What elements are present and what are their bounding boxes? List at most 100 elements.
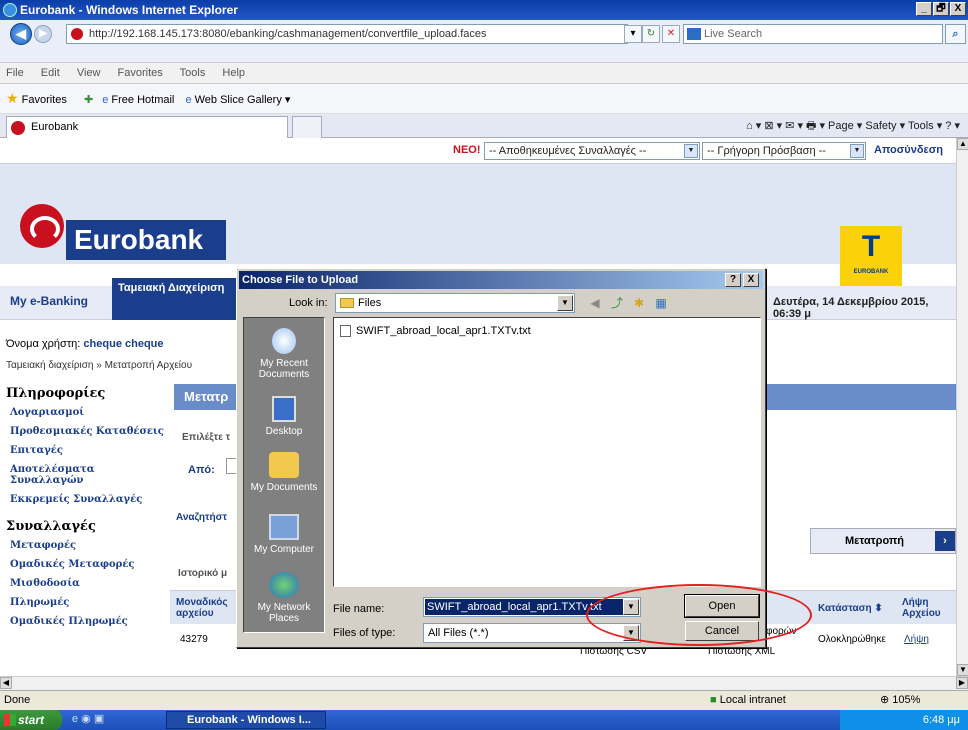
quick-launch-icon[interactable]: e ◉ ▣ [72, 712, 104, 725]
my-ebanking-tab[interactable]: My e-Banking [10, 294, 88, 308]
new-tab-button[interactable] [292, 116, 322, 138]
th-status[interactable]: Κατάσταση ⬍ [818, 603, 883, 614]
dialog-close-button[interactable]: X [743, 273, 759, 287]
tab-label: Eurobank [31, 121, 79, 133]
new-folder-icon[interactable]: ✱ [631, 295, 647, 311]
chevron-right-icon: › [935, 531, 955, 551]
horizontal-scrollbar[interactable]: ◀ ▶ [0, 676, 968, 690]
add-favorite-icon[interactable]: ✚ [84, 94, 93, 106]
look-in-value: Files [358, 297, 382, 309]
taskbar: start e ◉ ▣ Eurobank - Windows I... 6:48… [0, 710, 968, 730]
username-label: Όνομα χρήστη: [6, 338, 81, 350]
menu-file[interactable]: File [6, 67, 24, 79]
sidebar-heading-info: Πληροφορίες [6, 386, 106, 401]
place-network-label: My Network Places [257, 602, 311, 624]
quick-access-select[interactable]: -- Γρήγορη Πρόσβαση -- ▼ [702, 142, 866, 160]
zoom-icon: ⊕ [880, 694, 890, 706]
command-bar[interactable]: ⌂ ▾ ⊠ ▾ ✉ ▾ 🖶 ▾ Page ▾ Safety ▾ Tools ▾ … [746, 116, 960, 136]
places-bar: My Recent Documents Desktop My Documents… [243, 317, 325, 633]
file-list: SWIFT_abroad_local_apr1.TXTv.txt [333, 317, 761, 587]
sidebar-heading-transactions: Συναλλαγές [6, 519, 96, 534]
place-computer[interactable]: My Computer [244, 514, 324, 555]
sidebar-item-payroll[interactable]: Μισθοδοσία [10, 578, 170, 589]
sidebar-item-accounts[interactable]: Λογαριασμοί [10, 407, 170, 418]
close-button[interactable]: X [950, 2, 966, 16]
place-recent[interactable]: My Recent Documents [244, 328, 324, 380]
zoom-control[interactable]: ⊕ 105% [880, 691, 920, 709]
ie-page-icon: e [185, 94, 192, 106]
back-icon[interactable]: ◀ [587, 295, 603, 311]
top-strip: ΝΕΟ! -- Αποθηκευμένες Συναλλαγές -- ▼ --… [0, 138, 956, 164]
zoom-value: 105% [892, 694, 921, 706]
forward-button[interactable]: ▶ [34, 25, 52, 43]
favorites-button[interactable]: Favorites [22, 94, 67, 106]
menu-favorites[interactable]: Favorites [118, 67, 163, 79]
ie-page-icon: e [102, 94, 109, 106]
live-search-input[interactable]: Live Search [683, 24, 943, 44]
scroll-left-icon[interactable]: ◀ [0, 677, 12, 689]
look-in-select[interactable]: Files ▼ [335, 293, 575, 313]
back-button[interactable]: ◀ [10, 23, 32, 45]
taskbar-item-label: Eurobank - Windows I... [187, 714, 311, 726]
menu-bar: File Edit View Favorites Tools Help [0, 62, 968, 84]
convert-label: Μετατροπή [845, 535, 905, 547]
sidebar-item-bulk-transfers[interactable]: Ομαδικές Μεταφορές [10, 559, 170, 570]
place-documents[interactable]: My Documents [244, 452, 324, 493]
free-hotmail-link[interactable]: Free Hotmail [111, 94, 174, 106]
menu-tools[interactable]: Tools [180, 67, 206, 79]
ie-logo-icon [3, 3, 17, 17]
dialog-title: Choose File to Upload [242, 274, 359, 286]
refresh-icon[interactable]: ↻ [642, 25, 660, 43]
convert-button[interactable]: Μετατροπή › [810, 528, 956, 554]
view-menu-icon[interactable]: ▦ [653, 295, 669, 311]
status-bar: Done ■ Local intranet ⊕ 105% [0, 690, 968, 710]
search-icon[interactable]: ⌕ [945, 24, 966, 44]
row-download-link[interactable]: Λήψη [904, 634, 929, 645]
address-bar[interactable]: http://192.168.145.173:8080/ebanking/cas… [66, 24, 628, 44]
help-button[interactable]: ? [725, 273, 741, 287]
stop-icon[interactable]: ✕ [662, 25, 680, 43]
place-desktop[interactable]: Desktop [244, 396, 324, 437]
address-dropdown-icon[interactable]: ▾ [624, 25, 642, 43]
current-date: Δευτέρα, 14 Δεκεμβρίου 2015, 06:39 μ [773, 296, 929, 320]
logout-link[interactable]: Αποσύνδεση [874, 144, 943, 156]
up-folder-icon[interactable]: ⤴ [609, 295, 625, 311]
live-search-placeholder: Live Search [704, 28, 763, 40]
quick-access-value: -- Γρήγορη Πρόσβαση -- [707, 145, 826, 157]
scroll-down-icon[interactable]: ▼ [957, 664, 968, 676]
place-computer-label: My Computer [253, 544, 314, 555]
sidebar-item-cheques[interactable]: Επιταγές [10, 445, 170, 456]
sidebar-item-payments[interactable]: Πληρωμές [10, 597, 170, 608]
taskbar-item-eurobank[interactable]: Eurobank - Windows I... [166, 711, 326, 729]
web-slice-gallery-link[interactable]: Web Slice Gallery ▾ [195, 94, 291, 106]
scroll-right-icon[interactable]: ▶ [956, 677, 968, 689]
tiresias-badge-icon: Τ EUROBANK [840, 226, 902, 286]
file-name-label: File name: [333, 603, 385, 615]
my-computer-icon [269, 514, 299, 540]
minimize-button[interactable]: _ [916, 2, 932, 16]
window-title-bar: Eurobank - Windows Internet Explorer _ 🗗… [0, 0, 968, 20]
start-button[interactable]: start [0, 710, 62, 730]
file-item-name: SWIFT_abroad_local_apr1.TXTv.txt [356, 325, 531, 337]
sidebar-item-pending[interactable]: Εκκρεμείς Συναλλαγές [10, 494, 170, 505]
place-network[interactable]: My Network Places [244, 572, 324, 624]
breadcrumb: Ταμειακή διαχείριση » Μετατροπή Αρχείου [6, 360, 193, 371]
scroll-up-icon[interactable]: ▲ [957, 138, 968, 150]
status-text: Done [4, 694, 31, 706]
sidebar-item-bulk-payments[interactable]: Ομαδικές Πληρωμές [10, 616, 170, 627]
file-item[interactable]: SWIFT_abroad_local_apr1.TXTv.txt [340, 324, 531, 338]
menu-view[interactable]: View [77, 67, 101, 79]
vertical-scrollbar[interactable]: ▲ ▼ [956, 138, 968, 676]
maximize-button[interactable]: 🗗 [933, 2, 949, 16]
sidebar-item-tx-results[interactable]: Αποτελέσματα Συναλλαγών [10, 464, 170, 486]
files-of-type-value: All Files (*.*) [428, 627, 489, 639]
menu-help[interactable]: Help [222, 67, 245, 79]
annotation-circle [586, 584, 812, 646]
window-title: Eurobank - Windows Internet Explorer [20, 3, 238, 17]
sidebar-item-deposits[interactable]: Προθεσμιακές Καταθέσεις [10, 426, 170, 437]
menu-edit[interactable]: Edit [41, 67, 60, 79]
saved-transactions-select[interactable]: -- Αποθηκευμένες Συναλλαγές -- ▼ [484, 142, 700, 160]
sidebar-item-transfers[interactable]: Μεταφορές [10, 540, 170, 551]
tab-eurobank[interactable]: Eurobank [6, 116, 288, 138]
cash-management-tab[interactable]: Ταμειακή Διαχείριση [112, 278, 242, 320]
